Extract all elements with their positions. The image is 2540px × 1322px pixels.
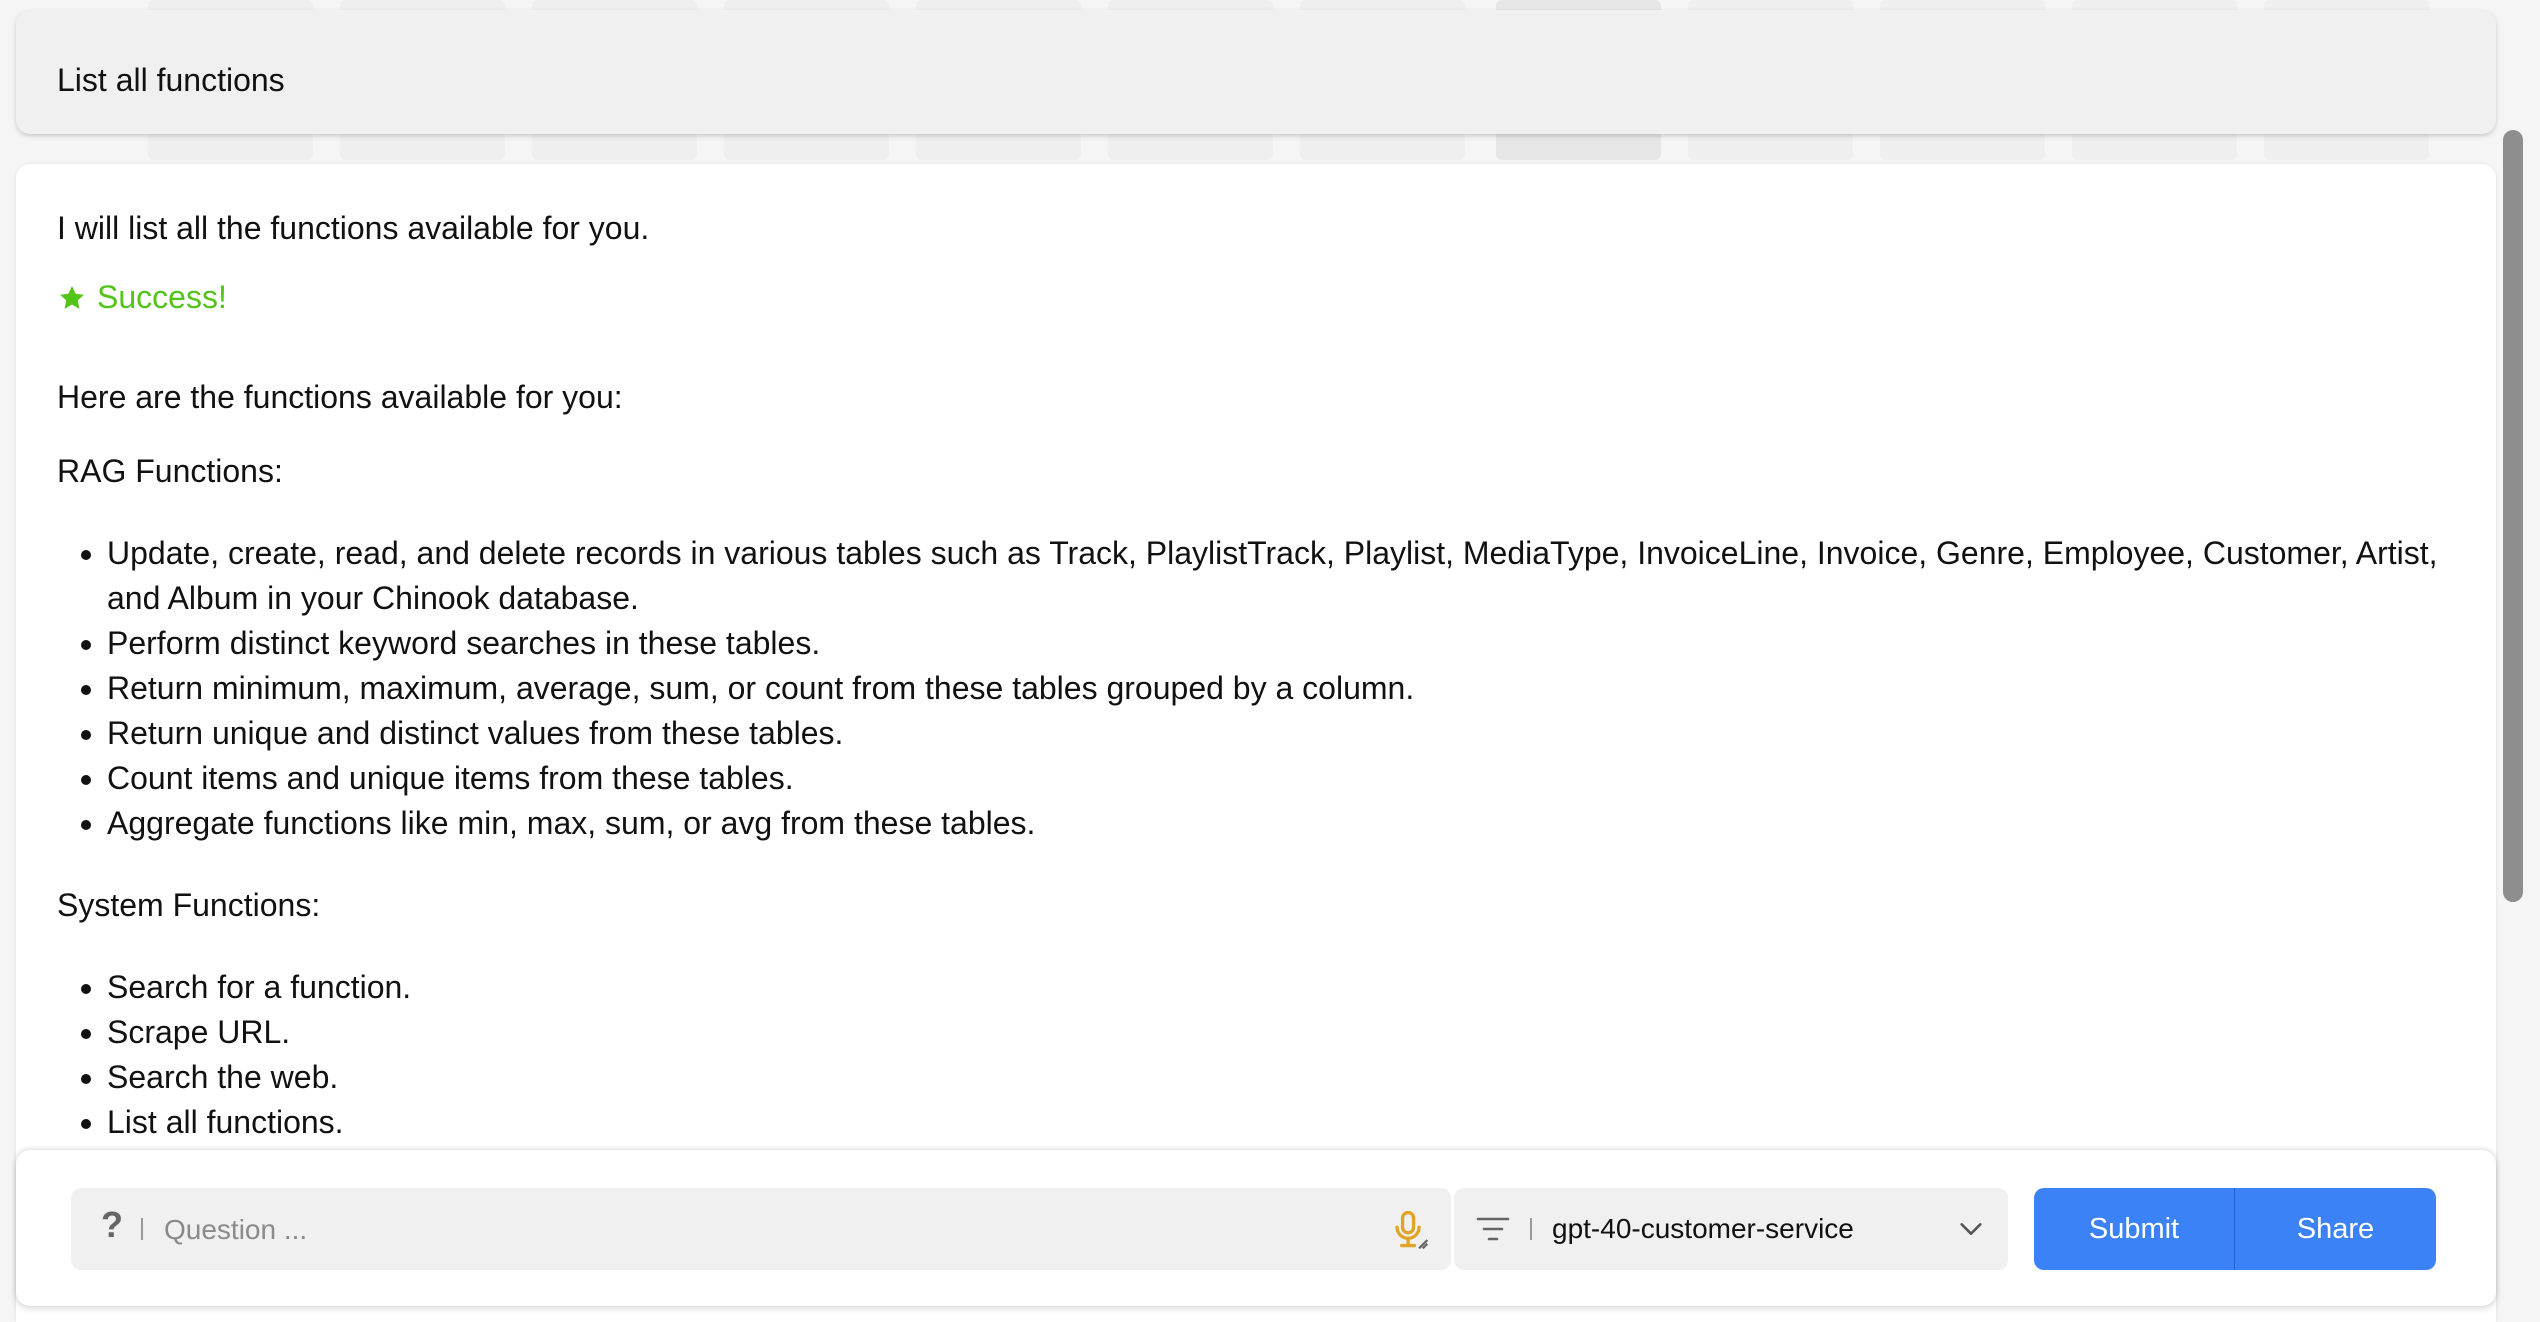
list-item: Count items and unique items from these … — [107, 756, 2457, 801]
system-functions-list: Search for a function. Scrape URL. Searc… — [57, 965, 2457, 1145]
list-item: Search for a function. — [107, 965, 2457, 1010]
answer-intro: I will list all the functions available … — [57, 210, 650, 246]
submit-button[interactable]: Submit — [2034, 1188, 2234, 1270]
model-select[interactable]: gpt-40-customer-service — [1454, 1188, 2008, 1270]
filter-icon — [1476, 1217, 1510, 1241]
answer-card: I will list all the functions available … — [16, 164, 2496, 1322]
status-text: Success! — [97, 279, 227, 315]
answer-content: I will list all the functions available … — [57, 206, 2457, 1145]
rag-functions-title: RAG Functions: — [57, 453, 283, 489]
rag-functions-list: Update, create, read, and delete records… — [57, 531, 2457, 846]
divider — [1530, 1218, 1532, 1240]
question-card: List all functions — [16, 10, 2496, 134]
list-item: Aggregate functions like min, max, sum, … — [107, 801, 2457, 846]
question-text: List all functions — [57, 62, 285, 98]
list-item: List all functions. — [107, 1100, 2457, 1145]
list-item: Scrape URL. — [107, 1010, 2457, 1055]
list-item: Update, create, read, and delete records… — [107, 531, 2457, 621]
status-message: Success! — [57, 275, 2457, 320]
question-mark-icon: ? — [101, 1204, 123, 1245]
question-field[interactable]: ? — [71, 1188, 1451, 1272]
divider — [141, 1218, 143, 1240]
microphone-icon[interactable] — [1387, 1208, 1431, 1252]
system-functions-title: System Functions: — [57, 887, 321, 923]
question-input[interactable] — [162, 1188, 1366, 1272]
scrollbar-thumb[interactable] — [2503, 130, 2523, 902]
answer-heading: Here are the functions available for you… — [57, 379, 623, 415]
chevron-down-icon[interactable] — [1957, 1215, 1985, 1243]
model-selected-value: gpt-40-customer-service — [1552, 1213, 1854, 1244]
list-item: Perform distinct keyword searches in the… — [107, 621, 2457, 666]
star-icon — [60, 285, 84, 309]
list-item: Search the web. — [107, 1055, 2457, 1100]
list-item: Return minimum, maximum, average, sum, o… — [107, 666, 2457, 711]
input-bar: ? gpt-40-customer-service Submit Share — [16, 1150, 2496, 1306]
share-button[interactable]: Share — [2235, 1188, 2436, 1270]
list-item: Return unique and distinct values from t… — [107, 711, 2457, 756]
